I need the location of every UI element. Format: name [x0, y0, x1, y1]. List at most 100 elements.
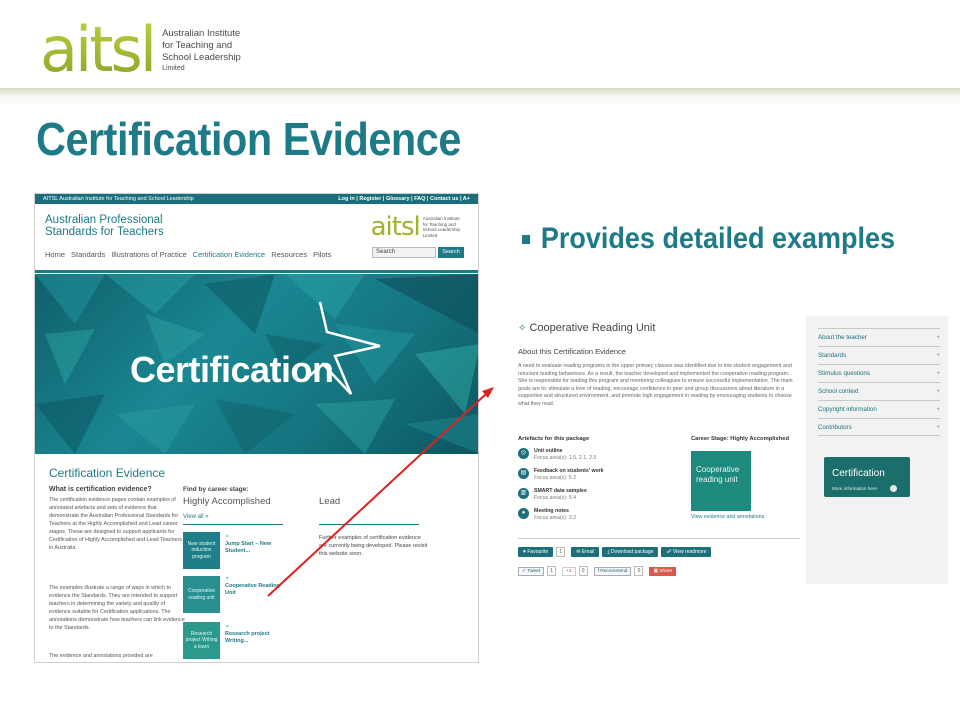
sidebar-item-contributors[interactable]: Contributors + — [818, 418, 940, 436]
view-icon: ☍ — [666, 549, 672, 555]
sidebar-item-school-context[interactable]: School context + — [818, 382, 940, 400]
site-search: Search Search — [372, 247, 464, 258]
view-evidence-link[interactable]: View evidence and annotations — [691, 514, 764, 520]
evidence-link-jump-start[interactable]: ✧ Jump Start – New Student... — [225, 534, 285, 555]
sidebar-item-stimulus-questions[interactable]: Stimulus questions + — [818, 364, 940, 382]
site-logo-line-1: Australian Institute — [422, 216, 460, 221]
view-readmore-button[interactable]: ☍ View readmore — [661, 547, 712, 557]
evidence-link-research-project[interactable]: ✧ Research project Writing... — [225, 624, 285, 645]
plus-icon: + — [936, 388, 940, 395]
evidence-tile-jump-start[interactable]: New student induction program — [183, 532, 220, 569]
logo-line-1: Australian Institute — [162, 28, 241, 39]
sidebar-item-about-teacher[interactable]: About the teacher + — [818, 328, 940, 346]
site-content: Certification Evidence What is certifica… — [35, 456, 478, 662]
artefact-focus: Focus area(s): 3.2 — [534, 515, 577, 521]
plus-icon: + — [936, 334, 940, 341]
evidence-tile-research-project[interactable]: Research project Writing a learn — [183, 622, 220, 659]
stage-highly-accomplished: Highly Accomplished — [183, 496, 271, 507]
site-top-bar-org: AITSL Australian Institute for Teaching … — [43, 196, 194, 202]
slide-title: Certification Evidence — [36, 113, 461, 165]
detail-title-text: Cooperative Reading Unit — [529, 322, 656, 334]
view-label: View readmore — [672, 549, 707, 555]
artefact-feedback[interactable]: ▤ Feedback on students' work Focus area(… — [518, 468, 604, 482]
logo-line-limited: Limited — [162, 65, 185, 72]
envelope-icon: ✉ — [576, 549, 581, 555]
site-utility-links[interactable]: Log in | Register | Glossary | FAQ | Con… — [338, 196, 470, 202]
nav-standards[interactable]: Standards — [71, 250, 105, 259]
facebook-label: Recommend — [600, 568, 628, 574]
career-stage-heading: Career Stage: Highly Accomplished — [691, 436, 790, 442]
heart-icon: ♥ — [523, 549, 526, 555]
artefact-smart-data[interactable]: ▥ SMART data samples Focus area(s): 5.4 — [518, 488, 587, 502]
artefact-focus: Focus area(s): 5.2 — [534, 475, 577, 481]
evidence-tile-cooperative-reading[interactable]: Cooperative reading unit — [183, 576, 220, 613]
detail-page-screenshot: ✧ Cooperative Reading Unit About this Ce… — [512, 316, 948, 584]
download-icon: ⤓ — [607, 549, 610, 555]
star-icon: ✧ — [518, 323, 527, 334]
search-input[interactable]: Search — [372, 247, 436, 258]
lead-note: Further examples of certification eviden… — [319, 535, 428, 557]
view-all-link[interactable]: View all » — [183, 514, 209, 520]
artefact-name: Feedback on students' work — [534, 468, 604, 474]
favourite-count: 1 — [556, 547, 566, 557]
sidebar-item-label: School context — [818, 388, 859, 395]
logo-line-2: for Teaching and — [162, 40, 233, 51]
plus-icon: + — [936, 424, 940, 431]
site-name-line-1: Australian Professional — [45, 214, 163, 226]
site-logo[interactable]: aitsl Australian Institute for Teaching … — [370, 212, 460, 242]
arrow-head-icon — [482, 387, 494, 398]
examples-paragraph: The examples illustrate a range of ways … — [49, 585, 185, 631]
artefact-unit-outline[interactable]: ◎ Unit outline Focus area(s): 1.5, 2.1, … — [518, 448, 596, 462]
bird-icon: ✓ — [522, 568, 527, 574]
site-main-nav: Home Standards Illustrations of Practice… — [45, 250, 331, 259]
badge-title: Certification — [832, 468, 885, 479]
email-button[interactable]: ✉ Email — [571, 547, 600, 557]
star-icon: ✧ — [225, 624, 230, 630]
header-band — [0, 88, 960, 106]
evidence-link-jump-start-label: Jump Start – New Student... — [225, 541, 272, 554]
download-label: Download package — [610, 549, 654, 555]
action-bar: ♥ Favourite 1 ✉ Email ⤓ Download package… — [518, 547, 712, 557]
site-logo-line-3: School Leadership — [422, 227, 460, 232]
sidebar-item-standards[interactable]: Standards + — [818, 346, 940, 364]
nav-home[interactable]: Home — [45, 250, 65, 259]
bar-chart-icon: ▥ — [518, 488, 529, 499]
facebook-icon: f — [597, 568, 599, 574]
site-logo-wordmark: aitsl — [370, 212, 421, 242]
nav-illustrations-of-practice[interactable]: Illustrations of Practice — [111, 250, 186, 259]
email-label: Email — [581, 549, 595, 555]
artefact-meeting-notes[interactable]: ● Meeting notes Focus area(s): 3.2 — [518, 508, 576, 522]
logo-organisation-name: Australian Institute for Teaching and Sc… — [162, 28, 241, 74]
certification-banner: Certification — [35, 274, 478, 454]
nav-resources[interactable]: Resources — [271, 250, 307, 259]
facebook-recommend-button[interactable]: f Recommend — [593, 566, 632, 576]
bullet-square-icon — [522, 234, 531, 244]
evidence-link-cooperative-reading[interactable]: ✧ Cooperative Reading Unit — [225, 576, 285, 597]
tweet-count: 1 — [547, 566, 557, 576]
site-name[interactable]: Australian Professional Standards for Te… — [45, 214, 164, 238]
favourite-button[interactable]: ♥ Favourite — [518, 547, 554, 557]
find-by-stage-label: Find by career stage: — [183, 486, 249, 493]
website-screenshot: AITSL Australian Institute for Teaching … — [34, 193, 479, 663]
bullet-point: Provides detailed examples — [522, 222, 895, 256]
social-bar: ✓ Tweet 1 +1 0 f Recommend 0 ▣ Share — [518, 566, 677, 576]
nav-certification-evidence[interactable]: Certification Evidence — [193, 250, 266, 259]
site-top-bar: AITSL Australian Institute for Teaching … — [35, 194, 478, 204]
stage-divider-lead — [319, 524, 419, 525]
detail-sidebar: About the teacher + Standards + Stimulus q… — [806, 316, 948, 584]
tweet-button[interactable]: ✓ Tweet — [518, 566, 545, 576]
search-button[interactable]: Search — [438, 247, 464, 258]
download-package-button[interactable]: ⤓ Download package — [602, 547, 659, 557]
nav-pilots[interactable]: Pilots — [313, 250, 331, 259]
share-button[interactable]: ▣ Share — [649, 566, 677, 576]
nav-underline — [35, 270, 478, 273]
plus-icon: + — [936, 370, 940, 377]
share-icon: ▣ — [653, 568, 659, 574]
cooperative-reading-tile[interactable]: Cooperative reading unit — [691, 451, 751, 511]
gplus-button[interactable]: +1 — [562, 566, 576, 576]
facebook-count: 0 — [634, 566, 644, 576]
artefact-name: Unit outline — [534, 448, 563, 454]
actions-divider — [518, 538, 800, 539]
sidebar-item-copyright[interactable]: Copyright information + — [818, 400, 940, 418]
certification-badge[interactable]: Certification More information here — [824, 457, 910, 497]
